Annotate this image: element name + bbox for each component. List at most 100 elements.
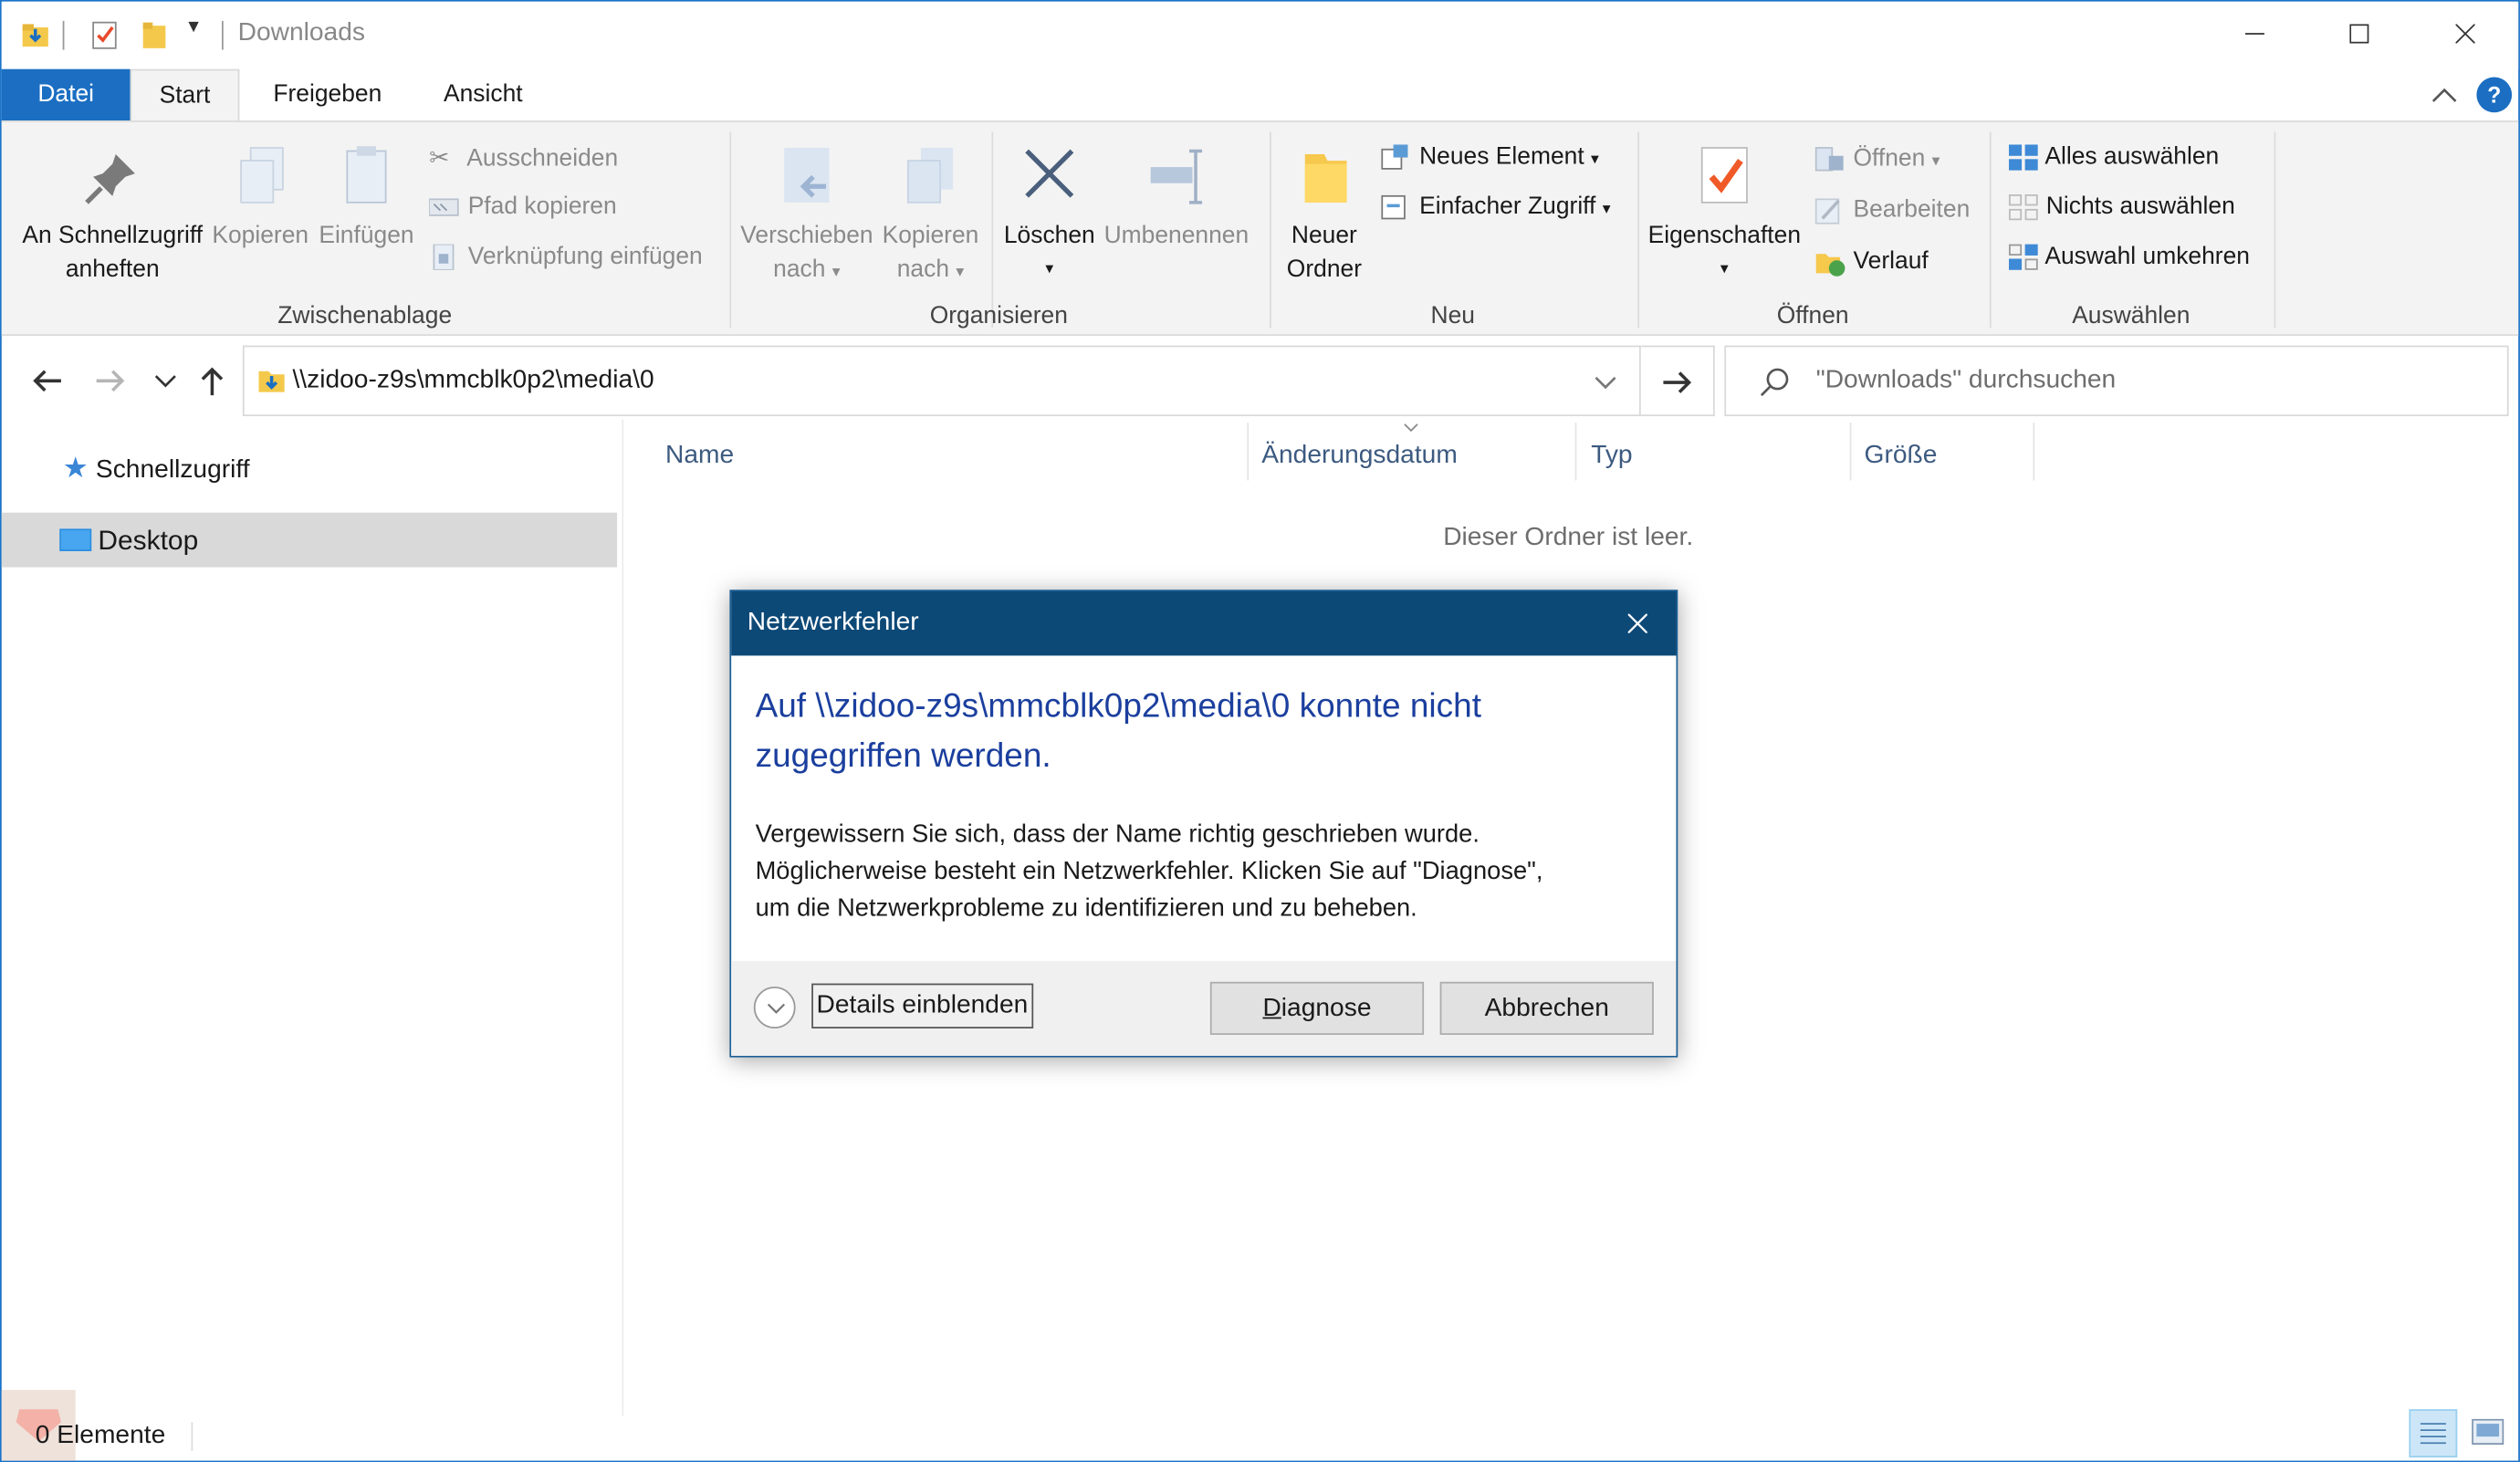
copy-path-icon xyxy=(428,198,459,216)
group-label-zwischenablage: Zwischenablage xyxy=(277,302,453,329)
dropdown-arrow-icon: ▾ xyxy=(1591,151,1599,169)
properties-icon xyxy=(1700,147,1748,204)
minimize-button[interactable] xyxy=(2218,2,2292,66)
edit-icon xyxy=(1814,198,1840,225)
recent-locations-chevron-icon[interactable] xyxy=(154,373,177,390)
history-button[interactable]: Verlauf xyxy=(1814,247,1929,277)
pin-quick-access-button[interactable]: An Schnellzugriff anheften xyxy=(17,144,207,286)
column-separator[interactable] xyxy=(2033,423,2035,481)
copy-to-label-line1: Kopieren xyxy=(882,221,979,249)
open-button[interactable]: Öffnen ▾ xyxy=(1814,144,1940,173)
tab-ansicht[interactable]: Ansicht xyxy=(414,69,551,120)
explorer-window: ▼ Downloads Datei Start Freigeben Ansich… xyxy=(0,0,2520,1462)
new-folder-label-line1: Neuer xyxy=(1291,221,1357,249)
properties-button[interactable]: Eigenschaften ▾ xyxy=(1647,144,1802,286)
delete-button[interactable]: Löschen ▾ xyxy=(1001,144,1098,286)
pin-label-line2: anheften xyxy=(65,255,160,283)
group-separator xyxy=(1989,131,1992,329)
group-separator xyxy=(1637,131,1640,329)
sort-indicator-icon xyxy=(1404,423,1418,433)
expand-details-icon[interactable] xyxy=(753,987,796,1029)
column-header-name[interactable]: Name xyxy=(665,433,734,481)
paste-button[interactable]: Einfügen xyxy=(317,144,416,252)
properties-label: Eigenschaften xyxy=(1647,221,1802,249)
address-folder-icon xyxy=(258,371,285,392)
copy-path-button[interactable]: Pfad kopieren xyxy=(428,193,617,220)
new-item-button[interactable]: Neues Element ▾ xyxy=(1381,143,1599,172)
select-all-label: Alles auswählen xyxy=(2044,142,2220,171)
paste-shortcut-icon xyxy=(433,243,455,271)
folder-icon xyxy=(1304,154,1347,203)
properties-check-icon[interactable] xyxy=(90,19,120,51)
diagnose-accelerator: D xyxy=(1262,994,1281,1022)
title-separator xyxy=(221,20,224,50)
help-icon[interactable]: ? xyxy=(2476,77,2513,113)
easy-access-button[interactable]: Einfacher Zugriff ▾ xyxy=(1381,193,1611,222)
dialog-message: Vergewissern Sie sich, dass der Name ric… xyxy=(756,816,1543,926)
address-bar[interactable]: \\zidoo-z9s\mmcblk0p2\media\0 xyxy=(242,345,1641,417)
paste-shortcut-button[interactable]: Verknüpfung einfügen xyxy=(429,243,703,271)
address-path[interactable]: \\zidoo-z9s\mmcblk0p2\media\0 xyxy=(292,366,654,395)
pin-icon xyxy=(85,154,135,204)
dropdown-arrow-icon: ▾ xyxy=(1602,201,1611,219)
address-dropdown-chevron-icon[interactable] xyxy=(1595,374,1617,391)
close-button[interactable] xyxy=(2429,2,2503,66)
search-icon xyxy=(1760,368,1789,397)
group-separator xyxy=(2274,131,2276,329)
customize-qat-icon[interactable]: ▼ xyxy=(184,17,202,37)
ribbon: An Schnellzugriff anheften Kopieren Einf… xyxy=(1,120,2519,337)
dialog-message-line2: Möglicherweise besteht ein Netzwerkfehle… xyxy=(755,858,1543,886)
cancel-button[interactable]: Abbrechen xyxy=(1439,981,1654,1035)
navigation-pane xyxy=(2,419,624,1416)
diagnose-button[interactable]: Diagnose xyxy=(1209,981,1425,1035)
tab-start[interactable]: Start xyxy=(130,68,240,121)
tab-freigeben[interactable]: Freigeben xyxy=(245,69,411,120)
new-folder-button[interactable]: Neuer Ordner xyxy=(1278,144,1371,286)
easy-access-label: Einfacher Zugriff xyxy=(1419,193,1596,221)
invert-selection-button[interactable]: Auswahl umkehren xyxy=(2007,243,2250,272)
column-header-size[interactable]: Größe xyxy=(1865,433,1938,481)
copy-button[interactable]: Kopieren xyxy=(211,144,310,252)
nav-item-quick-access[interactable]: ★ Schnellzugriff xyxy=(63,452,250,486)
select-none-button[interactable]: Nichts auswählen xyxy=(2007,193,2235,222)
nav-item-quick-access-label: Schnellzugriff xyxy=(95,456,250,485)
rename-button[interactable]: Umbenennen xyxy=(1101,144,1252,252)
column-header-date[interactable]: Änderungsdatum xyxy=(1261,433,1458,481)
cut-button[interactable]: ✂ Ausschneiden xyxy=(429,143,618,172)
column-separator[interactable] xyxy=(1574,423,1577,481)
copy-to-button[interactable]: Kopieren nach ▾ xyxy=(879,144,982,288)
new-folder-icon[interactable] xyxy=(141,21,167,50)
back-icon[interactable] xyxy=(30,368,62,393)
go-button[interactable] xyxy=(1640,345,1715,417)
dropdown-arrow-icon: ▾ xyxy=(1045,260,1054,278)
history-icon xyxy=(1815,254,1846,277)
move-to-button[interactable]: Verschieben nach ▾ xyxy=(737,144,875,288)
group-separator xyxy=(991,131,994,329)
column-header-type[interactable]: Typ xyxy=(1591,433,1632,481)
forward-icon[interactable] xyxy=(95,368,127,393)
invert-selection-icon xyxy=(2009,244,2038,270)
maximize-button[interactable] xyxy=(2322,2,2396,66)
new-item-icon xyxy=(1381,144,1408,170)
dialog-heading-line1: Auf \\zidoo-z9s\mmcblk0p2\media\0 konnte… xyxy=(755,687,1481,726)
edit-button[interactable]: Bearbeiten xyxy=(1814,196,1970,225)
large-icons-view-button[interactable] xyxy=(2463,1409,2512,1457)
select-all-button[interactable]: Alles auswählen xyxy=(2007,143,2219,172)
column-separator[interactable] xyxy=(1849,423,1852,481)
details-toggle[interactable]: Details einblenden xyxy=(811,983,1033,1029)
collapse-ribbon-icon[interactable] xyxy=(2431,85,2457,104)
tab-datei[interactable]: Datei xyxy=(1,68,131,121)
desktop-icon xyxy=(59,528,92,551)
empty-folder-message: Dieser Ordner ist leer. xyxy=(1443,524,1694,551)
up-icon[interactable] xyxy=(199,365,225,397)
search-box[interactable]: "Downloads" durchsuchen xyxy=(1724,345,2509,417)
details-view-icon xyxy=(2420,1423,2446,1445)
column-separator[interactable] xyxy=(1247,423,1250,481)
minimize-icon xyxy=(2244,33,2264,35)
dialog-close-icon[interactable] xyxy=(1627,613,1647,633)
new-item-label: Neues Element xyxy=(1419,142,1584,171)
details-view-button[interactable] xyxy=(2409,1409,2458,1458)
new-folder-label-line2: Ordner xyxy=(1286,255,1363,283)
scissors-icon: ✂ xyxy=(429,144,450,172)
nav-item-desktop[interactable]: Desktop xyxy=(1,512,618,568)
